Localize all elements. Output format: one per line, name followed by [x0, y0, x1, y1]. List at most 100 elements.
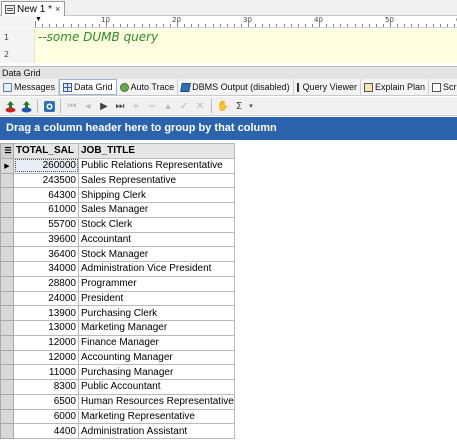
group-by-panel[interactable]: Drag a column header here to group by th…: [0, 117, 457, 140]
table-row[interactable]: 12000 Finance Manager: [0, 334, 235, 351]
cell-total-sal[interactable]: 4400: [13, 423, 79, 439]
cell-total-sal[interactable]: 243500: [13, 172, 79, 189]
next-record-button[interactable]: ▶: [96, 98, 112, 114]
table-row[interactable]: 243500 Sales Representative: [0, 172, 235, 189]
editor-line[interactable]: 2: [0, 46, 457, 63]
table-row[interactable]: ▶ 260000 Public Relations Representative: [0, 157, 235, 174]
row-indicator[interactable]: [0, 187, 14, 203]
cell-job-title[interactable]: Shipping Clerk: [78, 187, 235, 203]
table-row[interactable]: 8300 Public Accountant: [0, 379, 235, 395]
cell-job-title[interactable]: Stock Clerk: [78, 216, 235, 233]
cell-total-sal[interactable]: 13000: [13, 320, 79, 336]
insert-record-button[interactable]: +: [128, 98, 144, 114]
table-row[interactable]: 39600 Accountant: [0, 231, 235, 248]
cell-job-title[interactable]: Marketing Manager: [78, 320, 235, 336]
table-row[interactable]: 28800 Programmer: [0, 275, 235, 292]
row-indicator[interactable]: [0, 172, 14, 189]
cell-job-title[interactable]: Stock Manager: [78, 246, 235, 262]
select-tool-button[interactable]: ✋: [215, 98, 231, 114]
column-header-job-title[interactable]: JOB_TITLE: [78, 143, 235, 159]
fetch-all-button[interactable]: [41, 98, 57, 114]
table-row[interactable]: 4400 Administration Assistant: [0, 423, 235, 439]
table-row[interactable]: 61000 Sales Manager: [0, 202, 235, 218]
cell-total-sal[interactable]: 6500: [13, 393, 79, 410]
tab-explain-plan[interactable]: Explain Plan: [361, 79, 430, 95]
table-row[interactable]: 13900 Purchasing Clerk: [0, 305, 235, 321]
cell-job-title[interactable]: Marketing Representative: [78, 408, 235, 425]
row-indicator[interactable]: [0, 261, 14, 277]
table-row[interactable]: 11000 Purchasing Manager: [0, 364, 235, 380]
table-row[interactable]: 64300 Shipping Clerk: [0, 187, 235, 203]
tab-messages[interactable]: Messages: [0, 79, 60, 95]
prior-record-button[interactable]: ◂: [80, 98, 96, 114]
row-indicator[interactable]: ▶: [0, 157, 14, 174]
table-row[interactable]: 6500 Human Resources Representative: [0, 393, 235, 410]
row-indicator[interactable]: [0, 349, 14, 366]
row-indicator[interactable]: [0, 393, 14, 410]
table-row[interactable]: 6000 Marketing Representative: [0, 408, 235, 425]
sum-button[interactable]: Σ: [231, 98, 247, 114]
cell-job-title[interactable]: Public Accountant: [78, 379, 235, 395]
editor-line-code[interactable]: [34, 46, 457, 63]
table-row[interactable]: 13000 Marketing Manager: [0, 320, 235, 336]
cell-job-title[interactable]: Administration Vice President: [78, 261, 235, 277]
row-indicator[interactable]: [0, 305, 14, 321]
table-row[interactable]: 55700 Stock Clerk: [0, 216, 235, 233]
grid-menu-icon[interactable]: ☰: [0, 143, 14, 159]
cancel-edit-button[interactable]: ✕: [192, 98, 208, 114]
cell-job-title[interactable]: Sales Representative: [78, 172, 235, 189]
cell-total-sal[interactable]: 260000: [13, 157, 79, 174]
cell-total-sal[interactable]: 11000: [13, 364, 79, 380]
tab-data-grid[interactable]: Data Grid: [59, 79, 117, 95]
cell-total-sal[interactable]: 36400: [13, 246, 79, 262]
cell-job-title[interactable]: Accounting Manager: [78, 349, 235, 366]
table-row[interactable]: 24000 President: [0, 290, 235, 307]
row-indicator[interactable]: [0, 216, 14, 233]
import-button[interactable]: [18, 98, 34, 114]
post-edit-button[interactable]: ✓: [176, 98, 192, 114]
row-indicator[interactable]: [0, 202, 14, 218]
close-tab-icon[interactable]: ×: [55, 4, 60, 14]
tab-query-viewer[interactable]: Query Viewer: [294, 79, 361, 95]
cell-total-sal[interactable]: 12000: [13, 334, 79, 351]
sum-dropdown-button[interactable]: ▾: [247, 98, 255, 114]
tab-auto-trace[interactable]: Auto Trace: [117, 79, 179, 95]
delete-record-button[interactable]: −: [144, 98, 160, 114]
row-indicator[interactable]: [0, 275, 14, 292]
row-indicator[interactable]: [0, 334, 14, 351]
cell-job-title[interactable]: Programmer: [78, 275, 235, 292]
row-indicator[interactable]: [0, 246, 14, 262]
data-grid[interactable]: ☰ TOTAL_SAL JOB_TITLE ▶ 260000 Public Rela…: [0, 143, 235, 439]
last-record-button[interactable]: ⏭: [112, 98, 128, 114]
cell-total-sal[interactable]: 8300: [13, 379, 79, 395]
tab-dbms-output[interactable]: DBMS Output (disabled): [178, 79, 294, 95]
tab-script-output[interactable]: Script Outp: [429, 79, 457, 95]
row-indicator[interactable]: [0, 364, 14, 380]
cell-total-sal[interactable]: 39600: [13, 231, 79, 248]
first-record-button[interactable]: ⏮: [64, 98, 80, 114]
export-button[interactable]: [2, 98, 18, 114]
row-indicator[interactable]: [0, 379, 14, 395]
cell-total-sal[interactable]: 13900: [13, 305, 79, 321]
editor-line-code[interactable]: --some DUMB query: [34, 29, 457, 46]
table-row[interactable]: 12000 Accounting Manager: [0, 349, 235, 366]
edit-record-button[interactable]: ▴: [160, 98, 176, 114]
cell-total-sal[interactable]: 6000: [13, 408, 79, 425]
cell-job-title[interactable]: Public Relations Representative: [78, 157, 235, 174]
cell-total-sal[interactable]: 64300: [13, 187, 79, 203]
cell-total-sal[interactable]: 61000: [13, 202, 79, 218]
cell-job-title[interactable]: Finance Manager: [78, 334, 235, 351]
cell-total-sal[interactable]: 24000: [13, 290, 79, 307]
column-header-total-sal[interactable]: TOTAL_SAL: [13, 143, 79, 159]
cell-job-title[interactable]: Administration Assistant: [78, 423, 235, 439]
cell-job-title[interactable]: Human Resources Representative: [78, 393, 235, 410]
row-indicator[interactable]: [0, 290, 14, 307]
row-indicator[interactable]: [0, 320, 14, 336]
cell-total-sal[interactable]: 12000: [13, 349, 79, 366]
editor-line[interactable]: 1 --some DUMB query: [0, 29, 457, 46]
document-tab-new1[interactable]: New 1 * ×: [1, 1, 66, 16]
cell-job-title[interactable]: Purchasing Clerk: [78, 305, 235, 321]
sql-editor[interactable]: 1 --some DUMB query 2: [0, 29, 457, 65]
cell-job-title[interactable]: Purchasing Manager: [78, 364, 235, 380]
table-row[interactable]: 36400 Stock Manager: [0, 246, 235, 262]
